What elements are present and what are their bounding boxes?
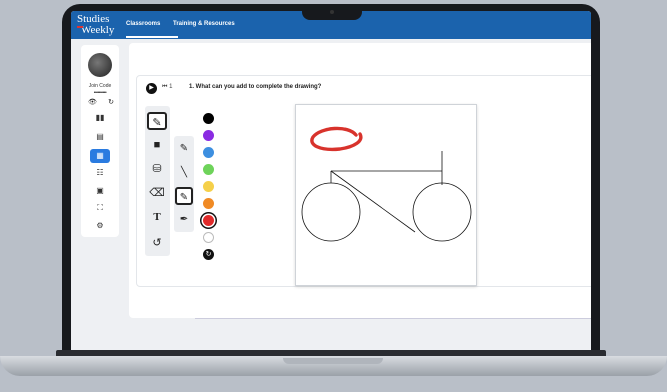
square-tool-button[interactable]: ■ [147, 136, 167, 154]
back-wheel [301, 182, 361, 242]
class-avatar[interactable] [88, 53, 112, 77]
color-swatch-black[interactable] [203, 113, 214, 124]
eye-icon[interactable]: 👁 [88, 98, 97, 106]
color-picker-icon[interactable]: ↻ [203, 249, 214, 260]
pen-style-button[interactable]: ✎ [175, 140, 193, 158]
question-step: ⏮ 1 [162, 84, 173, 90]
color-swatch-red[interactable] [203, 215, 214, 226]
color-swatch-blue[interactable] [203, 147, 214, 158]
marker-style-button[interactable]: ✒ [175, 211, 193, 229]
line-style-button[interactable]: ╲ [175, 164, 193, 182]
down-tube [330, 170, 416, 233]
app-screen: Studies Weekly Classrooms Training & Res… [71, 11, 591, 351]
eraser-tool-button[interactable]: ⌫ [147, 184, 167, 202]
red-scribble-seat [310, 126, 363, 152]
color-swatch-yellow[interactable] [203, 181, 214, 192]
camera-icon [330, 10, 334, 14]
book-icon[interactable]: ▮▮ [81, 113, 119, 122]
active-tab-indicator [126, 36, 178, 38]
chart-icon[interactable]: ⛶ [81, 203, 119, 213]
color-swatch-purple[interactable] [203, 130, 214, 141]
files-icon[interactable]: ▣ [81, 186, 119, 195]
drawing-tools-panel: ✎ ■ ⛁ ⌫ T ↺ [145, 106, 170, 256]
panel-divider [195, 318, 591, 319]
play-audio-button[interactable]: ▶ [146, 83, 157, 94]
bicycle-drawing [301, 126, 472, 242]
join-code-actions: 👁 ↻ [88, 98, 114, 106]
brush-style-button[interactable]: ✎ [175, 187, 193, 205]
calendar-icon[interactable]: ☷ [81, 168, 119, 177]
pen-style-panel: ✎ ╲ ✎ ✒ [174, 136, 194, 232]
tab-classrooms[interactable]: Classrooms [126, 21, 160, 27]
color-swatch-white[interactable] [203, 232, 214, 243]
question-step-number: 1 [169, 84, 173, 90]
join-code-value: •••••••••• [93, 90, 107, 96]
color-swatch-orange[interactable] [203, 198, 214, 209]
front-wheel [412, 182, 472, 242]
laptop-trackpad-notch [283, 358, 383, 364]
question-card: ▶ ⏮ 1 1. What can you add to complete th… [136, 75, 591, 287]
studies-weekly-logo[interactable]: Studies Weekly [77, 14, 119, 36]
undo-button[interactable]: ↺ [147, 234, 167, 252]
document-icon[interactable]: ▦ [90, 149, 110, 163]
logo-line-2: Weekly [81, 24, 115, 36]
tab-training-resources[interactable]: Training & Resources [173, 21, 235, 27]
gradebook-icon[interactable]: ▤ [81, 132, 119, 141]
fill-bucket-tool-button[interactable]: ⛁ [147, 160, 167, 178]
camera-notch [302, 4, 362, 20]
color-swatch-green[interactable] [203, 164, 214, 175]
drawing-canvas[interactable] [295, 104, 477, 286]
question-prompt: 1. What can you add to complete the draw… [189, 84, 322, 90]
join-code-label: Join Code [88, 83, 112, 89]
settings-icon[interactable]: ⚙ [81, 221, 119, 230]
refresh-icon[interactable]: ↻ [108, 98, 114, 106]
class-sidebar: Join Code •••••••••• 👁 ↻ ▮▮ ▤ ▦ ☷ ▣ ⛶ ⚙ [81, 45, 119, 237]
logo-accent [77, 26, 83, 28]
text-tool-button[interactable]: T [147, 208, 167, 226]
pencil-tool-button[interactable]: ✎ [147, 112, 167, 130]
